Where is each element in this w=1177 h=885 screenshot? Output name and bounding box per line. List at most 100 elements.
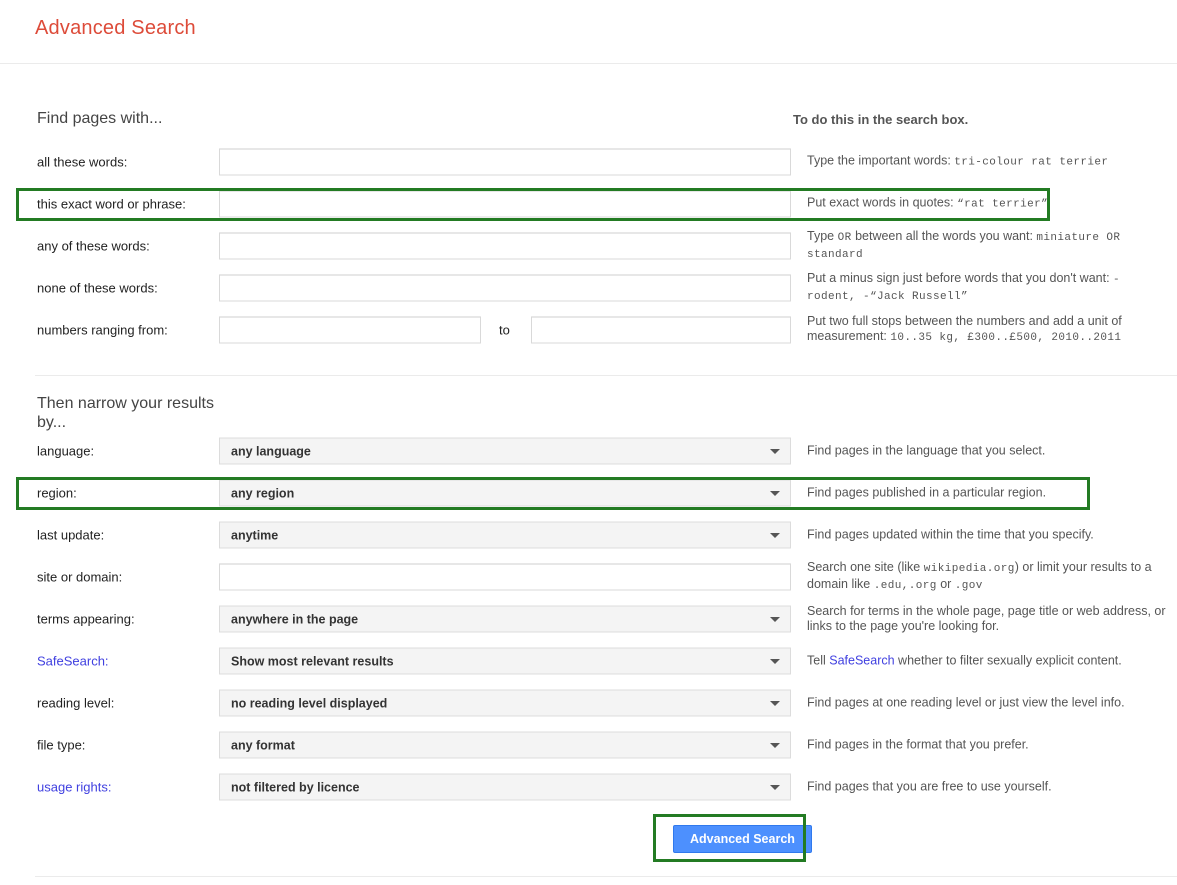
numbers-range-separator: to <box>499 322 510 338</box>
help-code-operator: OR <box>837 232 852 244</box>
row-last-update: last update: anytime Find pages updated … <box>0 514 1177 556</box>
label-site-or-domain: site or domain: <box>37 569 123 585</box>
last-update-select[interactable]: anytime <box>219 521 791 549</box>
advanced-search-button[interactable]: Advanced Search <box>673 825 812 853</box>
narrow-results-heading: Then narrow your results by... <box>37 395 214 431</box>
help-site-or-domain: Search one site (like wikipedia.org) or … <box>807 560 1167 594</box>
label-language: language: <box>37 443 95 459</box>
label-numbers-ranging: numbers ranging from: <box>37 322 168 338</box>
label-terms-appearing: terms appearing: <box>37 611 135 627</box>
safesearch-help-link[interactable]: SafeSearch <box>829 654 894 668</box>
help-safesearch: Tell SafeSearch whether to filter sexual… <box>807 654 1167 669</box>
file-type-select-value: any format <box>231 738 295 752</box>
chevron-down-icon <box>770 448 780 454</box>
file-type-select[interactable]: any format <box>219 731 791 759</box>
search-box-help-heading: To do this in the search box. <box>793 112 969 127</box>
help-text-prefix: Type <box>807 229 838 243</box>
row-exact-phrase: this exact word or phrase: Put exact wor… <box>0 183 1177 225</box>
help-code-sample: 10..35 kg, £300..£500, 2010..2011 <box>890 332 1122 344</box>
help-code-sample: tri-colour rat terrier <box>954 156 1109 169</box>
terms-appearing-select-value: anywhere in the page <box>231 612 359 626</box>
exact-phrase-input[interactable] <box>219 190 791 218</box>
label-any-of-these-words: any of these words: <box>37 238 150 254</box>
none-of-these-words-input[interactable] <box>219 274 791 302</box>
numbers-range-from-input[interactable] <box>219 316 481 344</box>
label-all-these-words: all these words: <box>37 154 128 170</box>
chevron-down-icon <box>770 700 780 706</box>
all-these-words-input[interactable] <box>219 148 791 176</box>
help-text-prefix: Tell <box>807 653 830 668</box>
help-text-prefix: Type the important words: <box>807 153 955 168</box>
help-all-these-words: Type the important words: tri-colour rat… <box>807 154 1167 171</box>
help-any-of-these-words: Type OR between all the words you want: … <box>807 229 1167 263</box>
chevron-down-icon <box>770 784 780 790</box>
row-all-these-words: all these words: Type the important word… <box>0 141 1177 183</box>
row-reading-level: reading level: no reading level displaye… <box>0 682 1177 724</box>
label-none-of-these-words: none of these words: <box>37 280 158 296</box>
help-code-edu: .edu, <box>873 580 909 592</box>
help-code-org: .org <box>908 580 937 592</box>
help-text-suffix: between all the words you want: <box>851 229 1037 243</box>
region-select-value: any region <box>231 486 295 500</box>
chevron-down-icon <box>770 532 780 538</box>
row-usage-rights: usage rights: not filtered by licence Fi… <box>0 766 1177 808</box>
chevron-down-icon <box>770 742 780 748</box>
label-reading-level: reading level: <box>37 695 115 711</box>
label-safesearch[interactable]: SafeSearch: <box>37 654 109 669</box>
help-reading-level: Find pages at one reading level or just … <box>807 695 1125 710</box>
help-text-prefix: Search one site (like <box>807 560 924 574</box>
safesearch-select-value: Show most relevant results <box>231 654 394 668</box>
help-none-of-these-words: Put a minus sign just before words that … <box>807 271 1167 305</box>
help-exact-phrase: Put exact words in quotes: “rat terrier” <box>807 196 1167 213</box>
help-last-update: Find pages updated within the time that … <box>807 527 1094 542</box>
row-any-of-these-words: any of these words: Type OR between all … <box>0 225 1177 267</box>
submit-area: Advanced Search <box>0 812 1177 864</box>
usage-rights-select-value: not filtered by licence <box>231 780 360 794</box>
row-region: region: any region Find pages published … <box>0 472 1177 514</box>
help-text-suffix: whether to filter sexually explicit cont… <box>894 653 1122 668</box>
label-region: region: <box>37 485 77 501</box>
label-file-type: file type: <box>37 737 86 753</box>
label-exact-phrase: this exact word or phrase: <box>37 196 186 212</box>
language-select[interactable]: any language <box>219 437 791 465</box>
row-numbers-ranging: numbers ranging from: to Put two full st… <box>0 309 1177 351</box>
region-select[interactable]: any region <box>219 479 791 507</box>
help-terms-appearing: Search for terms in the whole page, page… <box>807 604 1166 633</box>
row-terms-appearing: terms appearing: anywhere in the page Se… <box>0 598 1177 640</box>
language-select-value: any language <box>231 444 311 458</box>
any-of-these-words-input[interactable] <box>219 232 791 260</box>
chevron-down-icon <box>770 658 780 664</box>
help-numbers-ranging: Put two full stops between the numbers a… <box>807 314 1167 346</box>
help-file-type: Find pages in the format that you prefer… <box>807 737 1029 752</box>
page-title: Advanced Search <box>35 17 196 39</box>
row-language: language: any language Find pages in the… <box>0 430 1177 472</box>
site-or-domain-input[interactable] <box>219 563 791 591</box>
row-safesearch: SafeSearch: Show most relevant results T… <box>0 640 1177 682</box>
last-update-select-value: anytime <box>231 528 279 542</box>
chevron-down-icon <box>770 616 780 622</box>
reading-level-select[interactable]: no reading level displayed <box>219 689 791 717</box>
terms-appearing-select[interactable]: anywhere in the page <box>219 605 791 633</box>
help-code-sample: “rat terrier” <box>957 198 1049 211</box>
reading-level-select-value: no reading level displayed <box>231 696 388 710</box>
section-divider <box>35 375 1177 376</box>
row-site-or-domain: site or domain: Search one site (like wi… <box>0 556 1177 598</box>
help-code-gov: .gov <box>954 580 983 592</box>
help-text-prefix: Put a minus sign just before words that … <box>807 271 1114 285</box>
footer-divider <box>35 876 1177 877</box>
numbers-range-to-input[interactable] <box>531 316 791 344</box>
help-language: Find pages in the language that you sele… <box>807 443 1046 458</box>
chevron-down-icon <box>770 490 780 496</box>
usage-rights-select[interactable]: not filtered by licence <box>219 773 791 801</box>
help-region: Find pages published in a particular reg… <box>807 485 1047 500</box>
help-text-mid2: or <box>936 577 955 591</box>
find-pages-heading: Find pages with... <box>37 110 163 127</box>
help-usage-rights: Find pages that you are free to use your… <box>807 779 1052 794</box>
page-header: Advanced Search <box>0 0 1177 64</box>
safesearch-select[interactable]: Show most relevant results <box>219 647 791 675</box>
row-file-type: file type: any format Find pages in the … <box>0 724 1177 766</box>
label-last-update: last update: <box>37 527 105 543</box>
row-none-of-these-words: none of these words: Put a minus sign ju… <box>0 267 1177 309</box>
label-usage-rights[interactable]: usage rights: <box>37 780 111 795</box>
help-text-prefix: Put exact words in quotes: <box>807 195 958 210</box>
